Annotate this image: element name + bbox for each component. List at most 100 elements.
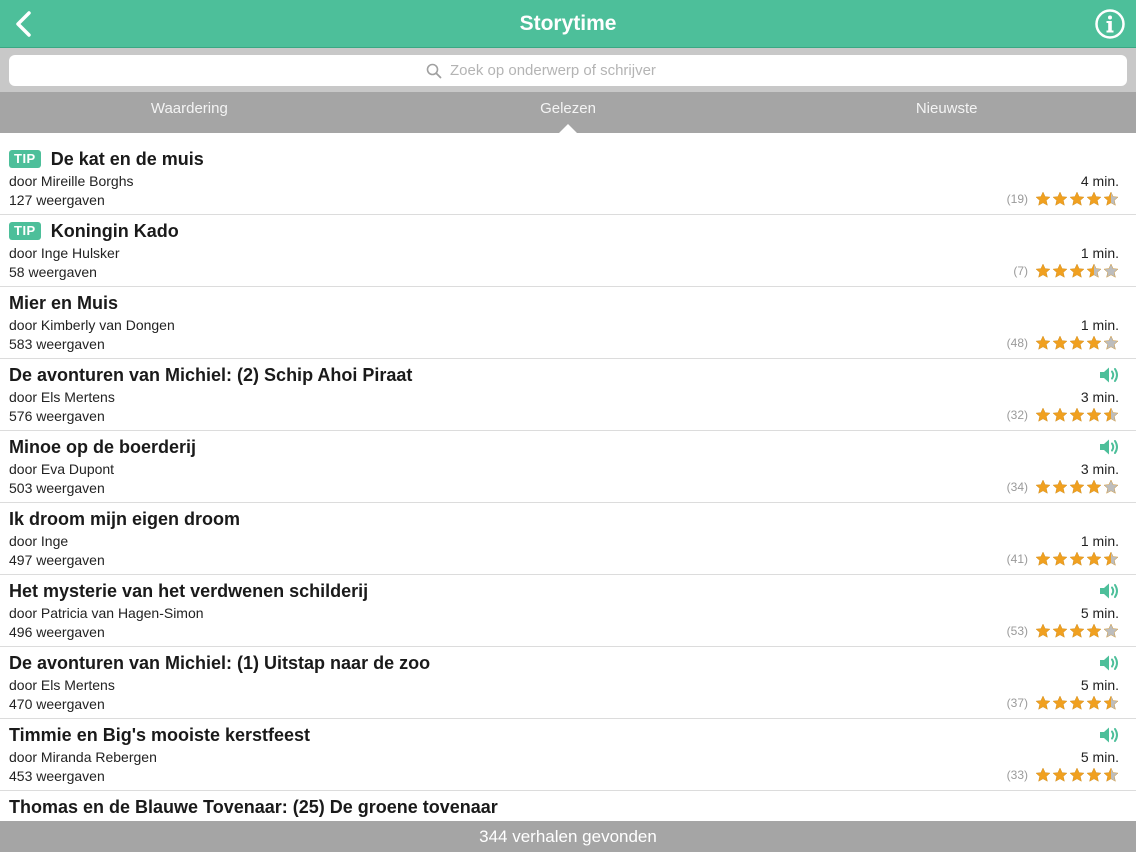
story-duration: 1 min. [1080,533,1119,549]
tip-badge: TIP [9,150,41,168]
speaker-icon [1100,655,1118,671]
story-duration: 5 min. [1080,749,1119,765]
sort-tabs: Waardering Gelezen Nieuwste [0,92,1136,133]
story-duration: 3 min. [1080,461,1119,477]
story-rating: (32) [1007,407,1119,423]
story-author: door Eva Dupont [9,461,115,477]
speaker-icon [1100,439,1118,455]
star-icon [1086,191,1102,206]
rating-count: (53) [1006,624,1028,638]
star-icon [1069,551,1085,566]
story-title-line: TIP De kat en de muis [9,147,204,171]
star-icon [1035,191,1051,206]
story-title-line: Timmie en Big's mooiste kerstfeest [9,723,310,747]
story-title: Minoe op de boerderij [9,436,197,457]
story-title-line: Mier en Muis [9,291,118,315]
star-icon [1103,767,1119,782]
star-icon [1035,551,1051,566]
star-icon [1103,623,1119,638]
story-title: Ik droom mijn eigen droom [9,508,241,529]
story-row[interactable]: Minoe op de boerderij door Eva Dupont 50… [0,431,1136,503]
story-duration: 3 min. [1080,389,1119,405]
rating-count: (33) [1006,768,1028,782]
star-icon [1052,695,1068,710]
tab-gelezen[interactable]: Gelezen [379,92,758,133]
story-row[interactable]: TIP De kat en de muis door Mireille Borg… [0,143,1136,215]
nav-bar: Storytime [0,0,1136,48]
story-row[interactable]: Het mysterie van het verdwenen schilderi… [0,575,1136,647]
story-duration: 5 min. [1080,605,1119,621]
story-row[interactable]: Timmie en Big's mooiste kerstfeest door … [0,719,1136,791]
tip-badge: TIP [9,222,41,240]
search-input[interactable] [450,62,710,79]
story-views: 497 weergaven [9,552,105,568]
active-tab-indicator [559,124,577,133]
story-views: 583 weergaven [9,336,105,352]
star-icon [1069,623,1085,638]
story-author: door Miranda Rebergen [9,749,157,765]
rating-count: (7) [1013,264,1028,278]
rating-count: (32) [1006,408,1028,422]
star-icon [1086,479,1102,494]
rating-count: (41) [1006,552,1028,566]
star-icon [1103,263,1119,278]
star-icon [1035,263,1051,278]
tab-label: Nieuwste [915,100,978,117]
star-icon [1086,695,1102,710]
story-row[interactable]: Ik droom mijn eigen droom door Inge 497 … [0,503,1136,575]
story-author: door Inge Hulsker [9,245,120,261]
star-icon [1069,191,1085,206]
star-icon [1103,191,1119,206]
story-views: 58 weergaven [9,264,97,280]
story-views: 453 weergaven [9,768,105,784]
star-icon [1035,695,1051,710]
star-rating [1034,695,1119,711]
story-views: 496 weergaven [9,624,105,640]
story-author: door Els Mertens [9,677,115,693]
star-icon [1052,263,1068,278]
star-rating [1034,479,1119,495]
tab-waardering[interactable]: Waardering [0,92,379,133]
story-author: door Kimberly van Dongen [9,317,175,333]
story-duration: 1 min. [1080,245,1119,261]
story-title-line: De avonturen van Michiel: (2) Schip Ahoi… [9,363,412,387]
info-button[interactable] [1094,8,1126,40]
star-rating [1034,407,1119,423]
story-rating: (41) [1007,551,1119,567]
story-rating: (33) [1007,767,1119,783]
star-icon [1086,623,1102,638]
speaker-icon [1100,583,1118,599]
story-row[interactable]: Thomas en de Blauwe Tovenaar: (25) De gr… [0,791,1136,821]
star-icon [1103,335,1119,350]
star-icon [1052,407,1068,422]
story-list[interactable]: TIP De kat en de muis door Mireille Borg… [0,133,1136,821]
star-icon [1035,767,1051,782]
story-title: De avonturen van Michiel: (1) Uitstap na… [9,652,431,673]
story-row[interactable]: TIP Koningin Kado door Inge Hulsker 58 w… [0,215,1136,287]
search-box[interactable] [9,55,1127,86]
tab-nieuwste[interactable]: Nieuwste [757,92,1136,133]
star-icon [1052,479,1068,494]
story-duration: 1 min. [1080,317,1119,333]
star-icon [1086,335,1102,350]
story-author: door Inge [9,533,69,549]
info-icon [1095,9,1125,39]
story-views: 503 weergaven [9,480,105,496]
tab-label: Gelezen [540,100,596,117]
rating-count: (48) [1006,336,1028,350]
story-title: De avonturen van Michiel: (2) Schip Ahoi… [9,364,413,385]
star-icon [1035,407,1051,422]
star-icon [1103,479,1119,494]
story-title-line: Het mysterie van het verdwenen schilderi… [9,579,368,603]
star-rating [1034,263,1119,279]
story-views: 127 weergaven [9,192,105,208]
story-author: door Mireille Borghs [9,173,134,189]
story-row[interactable]: De avonturen van Michiel: (1) Uitstap na… [0,647,1136,719]
story-duration: 5 min. [1080,677,1119,693]
star-icon [1052,623,1068,638]
story-row[interactable]: Mier en Muis door Kimberly van Dongen 58… [0,287,1136,359]
star-icon [1086,551,1102,566]
star-icon [1052,335,1068,350]
star-rating [1034,767,1119,783]
story-row[interactable]: De avonturen van Michiel: (2) Schip Ahoi… [0,359,1136,431]
